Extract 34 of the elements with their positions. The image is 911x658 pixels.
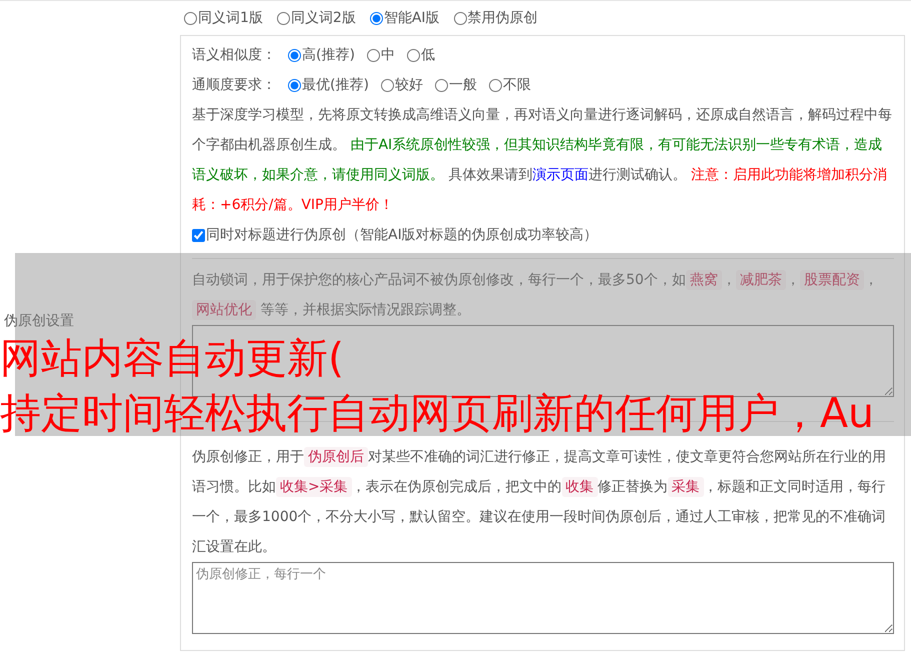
option-label: 同时对标题进行伪原创（智能AI版对标题的伪原创成功率较高）	[206, 226, 598, 244]
option-label: 智能AI版	[384, 9, 440, 27]
option-label: 低	[420, 46, 435, 64]
radio-button[interactable]	[184, 12, 197, 24]
field-label: 语义相似度：	[192, 46, 276, 64]
radio-button[interactable]	[276, 12, 290, 24]
option-label: 同义词2版	[290, 9, 356, 27]
option-label: 同义词1版	[198, 9, 263, 27]
radio-button[interactable]	[434, 78, 448, 92]
radio-button[interactable]	[288, 48, 301, 62]
option-label: 高(推荐)	[302, 46, 355, 64]
option-label: 较好	[394, 76, 423, 94]
description-text: 基于深度学习模型，先将原文转换成高维语义向量，再对语义向量进行逐词解码，还原成自然语言，解码过程中每个字都由机器原创生成。 由于AI系统原创性较强，但其知识结构毕竟有限，有可能无法识别一些专有术语，造成语义破坏，如果介意，请使用同义词版。 具体效果请到演示页面进行测试确认。 注意：启用此功能将增加积分消耗：+6积分/篇。VIP用户半价！	[192, 106, 893, 215]
option-label: 中	[380, 46, 395, 64]
radio-button[interactable]	[454, 12, 467, 24]
radio-button[interactable]	[380, 78, 394, 92]
option-label: 不限	[502, 76, 531, 94]
lock-words-description: 自动锁词，用于保护您的核心产品词不被伪原创修改，每行一个，最多50个，如 燕窝 ， 减肥茶 ， 股票配资 ， 网站优化 等等，并根据实际情况跟踪调整。	[192, 269, 879, 322]
corrections-field[interactable]: 伪原创修正，每行一个	[192, 562, 894, 634]
option-label: 最优(推荐)	[302, 76, 369, 94]
overlay-headline: 网站内容自动更新(	[0, 336, 344, 380]
field-label: 通顺度要求：	[192, 76, 276, 94]
demo-page-link[interactable]: 演示页面	[532, 167, 588, 183]
overlay-headline: 持定时间轻松执行自动网页刷新的任何用户，Au	[0, 391, 874, 435]
radio-button[interactable]	[488, 78, 502, 92]
checkbox[interactable]	[192, 228, 205, 242]
option-label: 禁用伪原创	[468, 9, 538, 27]
section-label: 伪原创设置	[4, 312, 74, 330]
radio-button[interactable]	[406, 48, 420, 62]
radio-button[interactable]	[370, 12, 383, 24]
radio-button[interactable]	[288, 78, 301, 92]
radio-button[interactable]	[366, 48, 380, 62]
option-label: 一般	[448, 76, 477, 94]
corrections-description: 伪原创修正，用于 伪原创后 对某些不准确的词汇进行修正，提高文章可读性，使文章更符合您网站所在行业的用语习惯。比如 收集>采集 ，表示在伪原创完成后，把文中的 收集 修正替换为 采集 ，标题和正文同时适用，每行一个，最多1000个，不分大小写，默认留空。建议在使用一段时间伪原创后，通过人工审核，把常见的不准确词汇设置在此。	[192, 446, 887, 557]
